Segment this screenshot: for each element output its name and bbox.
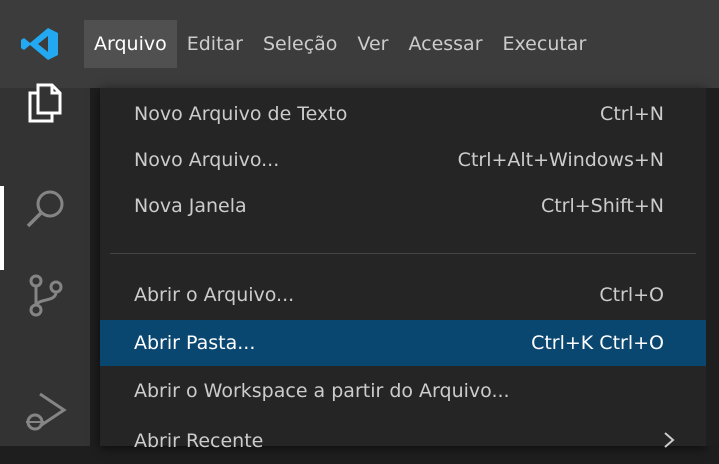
menu-item-open-workspace[interactable]: Abrir o Workspace a partir do Arquivo... xyxy=(100,368,706,414)
menu-item-label: Abrir Recente xyxy=(134,430,264,452)
menu-item-open-folder[interactable]: Abrir Pasta... Ctrl+K Ctrl+O xyxy=(100,320,706,366)
menu-item-shortcut: Ctrl+N xyxy=(600,103,664,125)
menu-item-label: Novo Arquivo de Texto xyxy=(134,103,348,125)
explorer-icon[interactable] xyxy=(22,79,68,125)
menu-ver[interactable]: Ver xyxy=(347,20,398,68)
menu-item-shortcut: Ctrl+Shift+N xyxy=(540,195,664,217)
menu-item-label: Nova Janela xyxy=(134,195,247,217)
menu-item-shortcut: Ctrl+K Ctrl+O xyxy=(531,332,664,354)
menu-bar: Arquivo Editar Seleção Ver Acessar Execu… xyxy=(84,14,596,74)
menu-item-new-text-file[interactable]: Novo Arquivo de Texto Ctrl+N xyxy=(100,91,706,137)
search-icon[interactable] xyxy=(22,186,68,232)
active-indicator xyxy=(0,186,4,270)
menu-editar[interactable]: Editar xyxy=(177,20,253,68)
vscode-logo-icon[interactable] xyxy=(20,26,60,62)
menu-item-label: Abrir o Arquivo... xyxy=(134,284,295,306)
menu-executar[interactable]: Executar xyxy=(493,20,597,68)
menu-item-label: Novo Arquivo... xyxy=(134,149,280,171)
menu-item-open-file[interactable]: Abrir o Arquivo... Ctrl+O xyxy=(100,272,706,318)
file-menu-dropdown: Novo Arquivo de Texto Ctrl+N Novo Arquiv… xyxy=(100,88,706,452)
activity-bar xyxy=(0,83,90,446)
menu-acessar[interactable]: Acessar xyxy=(398,20,492,68)
menu-item-new-file[interactable]: Novo Arquivo... Ctrl+Alt+Windows+N xyxy=(100,137,706,183)
editor-area-edge xyxy=(706,88,719,446)
run-debug-icon[interactable] xyxy=(22,388,68,434)
menu-arquivo[interactable]: Arquivo xyxy=(84,20,177,68)
menu-item-label: Abrir o Workspace a partir do Arquivo... xyxy=(134,380,510,402)
chevron-right-icon xyxy=(664,432,675,448)
menu-item-new-window[interactable]: Nova Janela Ctrl+Shift+N xyxy=(100,183,706,229)
menu-item-shortcut: Ctrl+Alt+Windows+N xyxy=(457,149,664,171)
menu-separator xyxy=(110,253,696,254)
title-bar: Arquivo Editar Seleção Ver Acessar Execu… xyxy=(0,0,719,88)
menu-item-open-recent[interactable]: Abrir Recente xyxy=(100,418,706,464)
menu-item-shortcut: Ctrl+O xyxy=(599,284,664,306)
menu-item-label: Abrir Pasta... xyxy=(134,332,256,354)
menu-selecao[interactable]: Seleção xyxy=(253,20,347,68)
source-control-icon[interactable] xyxy=(22,272,68,318)
